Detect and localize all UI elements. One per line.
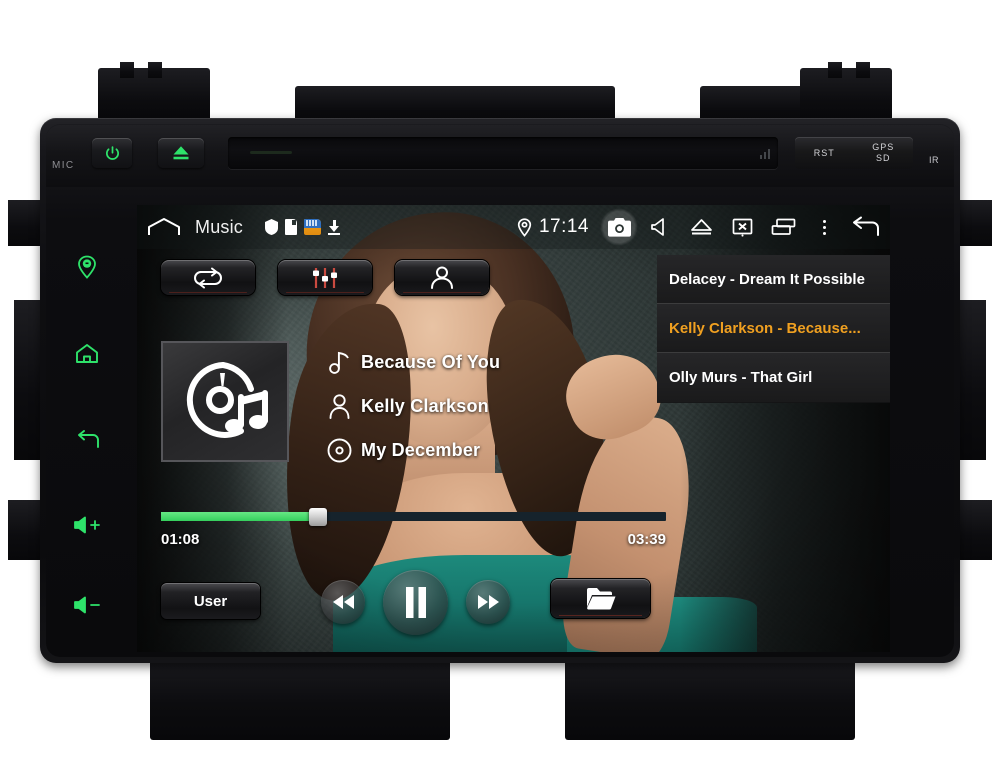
pause-icon	[404, 587, 428, 618]
rewind-icon	[332, 594, 355, 610]
download-icon	[328, 219, 341, 235]
previous-button[interactable]	[321, 580, 365, 624]
person-icon	[317, 394, 361, 419]
equalizer-icon	[312, 267, 338, 289]
rst-label[interactable]: RST	[814, 148, 835, 158]
screen-off-icon	[732, 218, 753, 237]
folder-icon	[586, 587, 616, 610]
seek-bar-thumb[interactable]	[308, 508, 327, 526]
eject-icon	[690, 218, 713, 236]
track-artist: Kelly Clarkson	[361, 396, 489, 416]
folder-browse-button[interactable]	[551, 579, 650, 618]
back-arrow-icon	[849, 216, 881, 238]
side-button-navigation[interactable]	[72, 252, 102, 282]
eject-button[interactable]	[158, 138, 204, 168]
power-icon	[104, 145, 121, 162]
music-note-icon	[317, 350, 361, 375]
status-bar: Music 17:14	[137, 205, 890, 249]
mount-tab-bottom-left	[150, 650, 450, 740]
track-album: My December	[361, 440, 481, 460]
playlist-panel[interactable]: Delacey - Dream It Possible Kelly Clarks…	[657, 255, 890, 403]
player-mode-buttons	[161, 260, 489, 295]
artist-browse-button[interactable]	[395, 260, 489, 295]
progress-section: 01:08 03:39	[161, 508, 666, 548]
status-eject-button[interactable]	[682, 208, 720, 246]
status-recent-apps-button[interactable]	[764, 208, 802, 246]
playlist-item[interactable]: Delacey - Dream It Possible	[657, 255, 890, 304]
mount-tab-bottom-right	[565, 650, 855, 740]
ir-sensor-label: IR	[929, 155, 939, 165]
status-screen-off-button[interactable]	[723, 208, 761, 246]
status-mute-button[interactable]	[641, 208, 679, 246]
status-right-cluster: 17:14	[517, 208, 890, 246]
elapsed-time: 01:08	[161, 531, 200, 548]
gps-label: GPS	[872, 142, 895, 152]
seek-bar[interactable]	[161, 508, 666, 526]
status-clock: 17:14	[538, 216, 589, 237]
repeat-button[interactable]	[161, 260, 255, 295]
side-button-back[interactable]	[72, 425, 102, 455]
status-home-button[interactable]	[137, 217, 191, 237]
track-album-row: My December	[317, 429, 647, 472]
status-overflow-menu-button[interactable]	[805, 208, 843, 246]
side-button-volume-down[interactable]	[72, 590, 102, 620]
cd-music-icon	[179, 359, 271, 445]
camera-icon	[607, 217, 631, 237]
speaker-mute-icon	[650, 217, 671, 237]
side-button-volume-up[interactable]	[72, 510, 102, 540]
app-title: Music	[195, 216, 244, 237]
time-labels: 01:08 03:39	[161, 531, 666, 548]
next-button[interactable]	[466, 580, 510, 624]
mount-notch-top-left-2	[148, 62, 162, 78]
user-button[interactable]: User	[161, 583, 260, 619]
track-title: Because Of You	[361, 352, 501, 372]
playlist-item[interactable]: Olly Murs - That Girl	[657, 353, 890, 402]
sd-label: SD	[875, 153, 891, 163]
recent-apps-icon	[771, 218, 796, 236]
gps-sd-labels[interactable]: GPS SD	[872, 142, 894, 164]
location-pin-icon	[517, 217, 532, 237]
album-art[interactable]	[161, 341, 289, 462]
mount-tab-top-right-2	[800, 68, 892, 124]
slot-indicator-bars	[760, 147, 770, 159]
screenshot-root: MIC RST GPS SD IR Music 17:14 Because Of…	[0, 0, 1000, 780]
playlist-item-active[interactable]: Kelly Clarkson - Because...	[657, 304, 890, 353]
mic-label: MIC	[52, 160, 75, 171]
home-icon	[75, 343, 99, 364]
home-icon	[147, 217, 181, 237]
disc-icon	[317, 438, 361, 463]
power-button[interactable]	[92, 138, 132, 168]
status-camera-button[interactable]	[600, 208, 638, 246]
rst-gps-sd-panel[interactable]: RST GPS SD	[795, 137, 913, 169]
play-pause-button[interactable]	[383, 570, 448, 635]
mount-notch-top-right-2	[856, 62, 870, 78]
back-arrow-icon	[75, 430, 100, 450]
track-info: Because Of You Kelly Clarkson My Decembe…	[317, 341, 647, 473]
status-back-button[interactable]	[846, 208, 884, 246]
cd-disc-slot[interactable]	[228, 137, 778, 169]
mount-notch-top-right	[828, 62, 842, 78]
sd-card-icon	[285, 219, 298, 235]
more-vert-icon	[813, 219, 835, 235]
volume-down-icon	[73, 595, 101, 615]
repeat-icon	[191, 267, 225, 289]
nav-pin-icon	[77, 255, 97, 279]
fast-forward-icon	[477, 594, 500, 610]
track-artist-row: Kelly Clarkson	[317, 385, 647, 428]
person-icon	[429, 266, 455, 289]
equalizer-button[interactable]	[278, 260, 372, 295]
status-system-icons	[265, 219, 341, 235]
duration-time: 03:39	[627, 531, 666, 548]
volume-up-icon	[73, 515, 101, 535]
eject-icon	[172, 145, 190, 161]
sd-card-color-icon	[304, 219, 322, 235]
side-button-home[interactable]	[72, 338, 102, 368]
track-title-row: Because Of You	[317, 341, 647, 384]
transport-controls: User	[161, 570, 666, 635]
mount-notch-top-left	[120, 62, 134, 78]
seek-bar-fill	[161, 512, 318, 521]
shield-icon	[265, 219, 278, 235]
touchscreen-display[interactable]: Music 17:14 Because Of You Kelly Clarkso…	[137, 205, 890, 652]
